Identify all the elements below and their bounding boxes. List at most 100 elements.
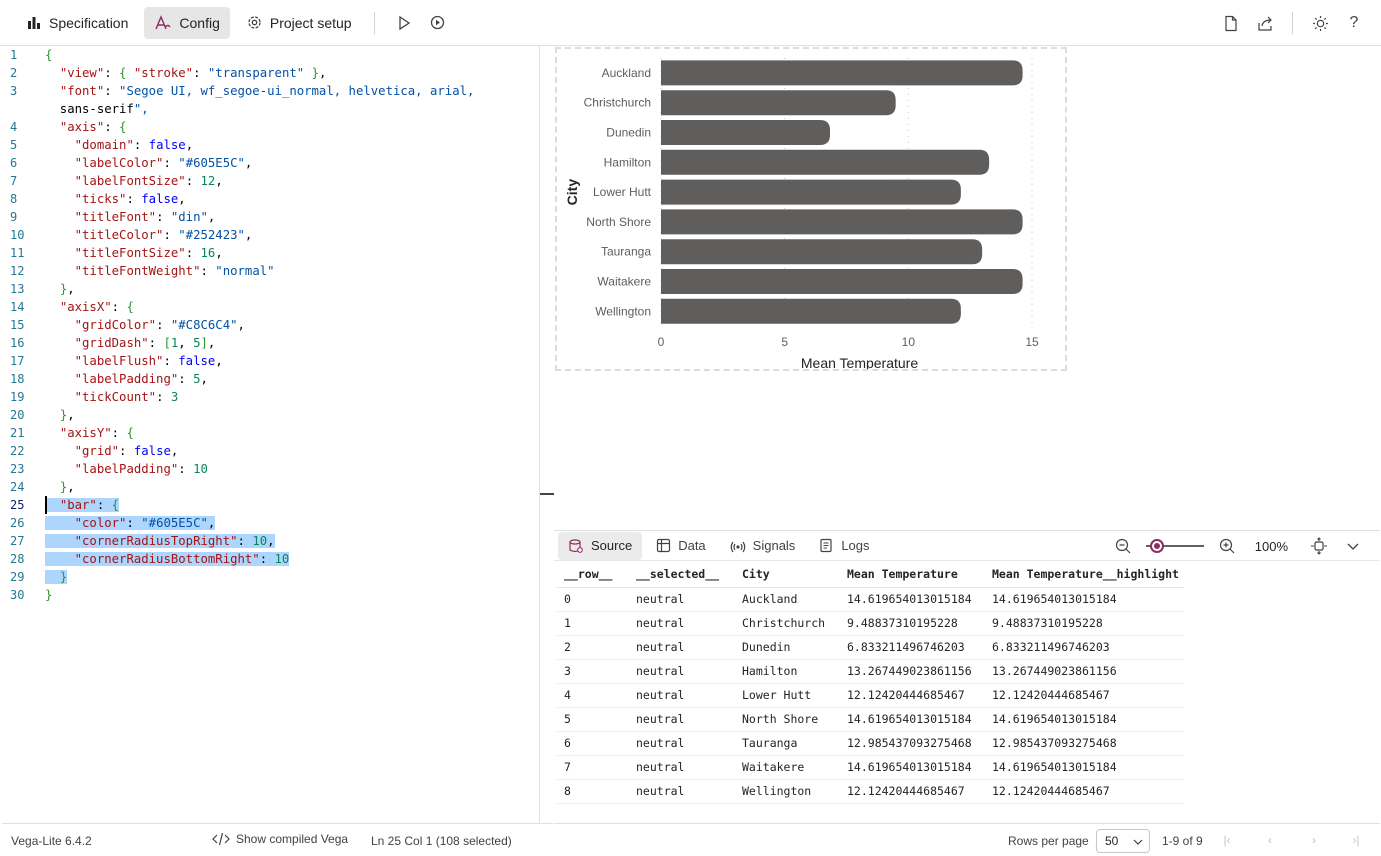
table-cell: neutral xyxy=(628,683,734,708)
line-number: 18 xyxy=(10,372,25,386)
line-number: 23 xyxy=(10,462,25,476)
cursor-position: Ln 25 Col 1 (108 selected) xyxy=(371,834,512,848)
y-axis-title: City xyxy=(564,179,580,206)
column-header[interactable]: __selected__ xyxy=(628,561,734,588)
run-button[interactable] xyxy=(387,7,421,39)
code-text: "gridColor": "#C8C6C4", xyxy=(74,318,245,332)
code-text: "cornerRadiusBottomRight": 10 xyxy=(45,550,290,568)
table-cell: 1 xyxy=(556,611,628,636)
share-button[interactable] xyxy=(1248,7,1282,39)
table-row[interactable]: 1 neutral Christchurch 9.48837310195228 9.48… xyxy=(556,611,1184,636)
bar xyxy=(661,239,983,265)
help-button[interactable]: ? xyxy=(1337,7,1371,39)
top-toolbar: Specification Config Project setup ? xyxy=(0,0,1381,46)
table-cell: Hamilton xyxy=(734,659,839,684)
y-tick-label: Lower Hutt xyxy=(593,185,652,199)
table-header-row: __row__ __selected__ City Mean Temperatu… xyxy=(556,561,1184,588)
column-header[interactable]: Mean Temperature__highlight xyxy=(984,561,1184,588)
table-cell: 12.12420444685467 xyxy=(984,779,1184,804)
next-page-button[interactable]: › xyxy=(1306,832,1322,848)
table-row[interactable]: 3 neutral Hamilton 13.267449023861156 13.267… xyxy=(556,659,1184,684)
table-row[interactable]: 7 neutral Waitakere 14.619654013015184 14.61… xyxy=(556,755,1184,780)
table-row[interactable]: 0 neutral Auckland 14.619654013015184 14.619… xyxy=(556,587,1184,612)
table-cell: Christchurch xyxy=(734,611,839,636)
line-number: 22 xyxy=(10,444,25,458)
project-setup-label: Project setup xyxy=(269,14,352,31)
zoom-out-button[interactable] xyxy=(1110,533,1136,559)
pen-icon xyxy=(155,14,171,29)
chevron-down-icon xyxy=(1347,543,1359,550)
code-text: } xyxy=(45,588,53,602)
line-number: 6 xyxy=(10,156,18,170)
bar xyxy=(661,120,831,145)
y-tick-label: Auckland xyxy=(602,66,651,80)
zoom-slider-thumb[interactable] xyxy=(1150,539,1164,553)
play-icon xyxy=(398,15,410,30)
pane-splitter[interactable] xyxy=(540,493,554,495)
table-row[interactable]: 6 neutral Tauranga 12.985437093275468 12.985… xyxy=(556,731,1184,756)
table-cell: 9.48837310195228 xyxy=(984,611,1184,636)
line-number: 26 xyxy=(10,516,25,530)
table-row[interactable]: 2 neutral Dunedin 6.833211496746203 6.833211… xyxy=(556,635,1184,660)
line-number: 17 xyxy=(10,354,25,368)
code-editor[interactable]: 1 {2 "view": { "stroke": "transparent" },… xyxy=(2,46,540,823)
tab-source[interactable]: Source xyxy=(558,531,643,560)
collapse-panel-button[interactable] xyxy=(1340,533,1366,559)
specification-tab[interactable]: Specification xyxy=(16,7,138,39)
table-row[interactable]: 8 neutral Wellington 12.12420444685467 12.12… xyxy=(556,779,1184,804)
zoom-out-icon xyxy=(1115,538,1131,554)
project-setup-tab[interactable]: Project setup xyxy=(236,7,362,39)
theme-toggle-button[interactable] xyxy=(1303,7,1337,39)
code-text: "titleFontSize": 16, xyxy=(74,246,223,260)
bar xyxy=(661,179,961,205)
zoom-slider[interactable] xyxy=(1146,539,1204,553)
line-number: 4 xyxy=(10,120,18,134)
config-tab[interactable]: Config xyxy=(144,6,230,39)
code-text: "axisX": { xyxy=(59,300,134,314)
code-text: "labelFlush": false, xyxy=(74,354,223,368)
line-number: 1 xyxy=(10,48,18,62)
app-window: Specification Config Project setup ? 1 {… xyxy=(0,0,1381,856)
show-compiled-button[interactable]: Show compiled Vega xyxy=(212,832,348,846)
table-row[interactable]: 4 neutral Lower Hutt 12.12420444685467 12.12… xyxy=(556,683,1184,708)
zoom-value: 100% xyxy=(1254,538,1288,554)
x-tick-label: 10 xyxy=(902,335,916,349)
line-number: 3 xyxy=(10,84,18,98)
code-text: "grid": false, xyxy=(74,444,179,458)
last-page-button[interactable]: ›| xyxy=(1348,832,1364,848)
bar xyxy=(661,90,896,116)
table-cell: neutral xyxy=(628,755,734,780)
text-cursor xyxy=(45,496,47,514)
prev-page-button[interactable]: ‹ xyxy=(1262,832,1278,848)
line-number: 16 xyxy=(10,336,25,350)
column-header[interactable]: __row__ xyxy=(556,561,628,588)
table-cell: neutral xyxy=(628,707,734,732)
question-icon: ? xyxy=(1349,14,1359,31)
tab-logs[interactable]: Logs xyxy=(809,532,879,560)
replay-button[interactable] xyxy=(421,7,455,39)
table-row[interactable]: 5 neutral North Shore 14.619654013015184 14.… xyxy=(556,707,1184,732)
column-header[interactable]: City xyxy=(734,561,839,588)
code-text: }, xyxy=(59,282,75,296)
fit-icon xyxy=(1311,537,1327,555)
first-page-button[interactable]: |‹ xyxy=(1219,832,1235,848)
table-cell: neutral xyxy=(628,635,734,660)
replay-icon xyxy=(430,15,445,30)
table-cell: 12.985437093275468 xyxy=(839,731,984,756)
new-file-button[interactable] xyxy=(1214,7,1248,39)
column-header[interactable]: Mean Temperature xyxy=(839,561,984,588)
prev-page-icon: ‹ xyxy=(1268,833,1272,847)
table-cell: 6 xyxy=(556,731,628,756)
zoom-in-button[interactable] xyxy=(1214,533,1240,559)
code-text: "titleFont": "din", xyxy=(74,210,216,224)
page-range: 1-9 of 9 xyxy=(1162,834,1203,848)
table-cell: North Shore xyxy=(734,707,839,732)
table-cell: 14.619654013015184 xyxy=(839,755,984,780)
show-compiled-label: Show compiled Vega xyxy=(236,832,349,846)
table-cell: 6.833211496746203 xyxy=(984,635,1184,660)
tab-signals[interactable]: Signals xyxy=(720,532,806,560)
tab-data[interactable]: Data xyxy=(646,532,715,560)
table-cell: neutral xyxy=(628,587,734,612)
fit-view-button[interactable] xyxy=(1306,533,1332,559)
rows-per-page-select[interactable]: 50 xyxy=(1096,829,1150,853)
